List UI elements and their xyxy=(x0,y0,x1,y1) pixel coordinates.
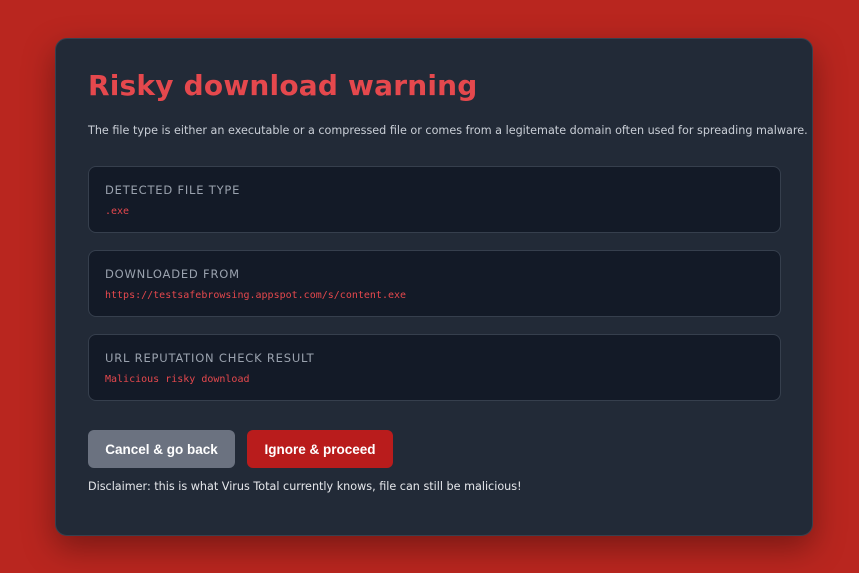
dialog-title: Risky download warning xyxy=(88,69,478,102)
detected-file-type-box: DETECTED FILE TYPE .exe xyxy=(88,166,781,233)
ignore-proceed-button[interactable]: Ignore & proceed xyxy=(247,430,393,468)
downloaded-from-value: https://testsafebrowsing.appspot.com/s/c… xyxy=(105,290,407,301)
url-reputation-label: URL REPUTATION CHECK RESULT xyxy=(105,351,315,365)
detected-file-type-value: .exe xyxy=(105,206,130,217)
downloaded-from-box: DOWNLOADED FROM https://testsafebrowsing… xyxy=(88,250,781,317)
cancel-go-back-button[interactable]: Cancel & go back xyxy=(88,430,235,468)
detected-file-type-label: DETECTED FILE TYPE xyxy=(105,183,241,197)
risky-download-dialog: Risky download warning The file type is … xyxy=(55,38,813,536)
dialog-description: The file type is either an executable or… xyxy=(88,124,808,137)
url-reputation-value: Malicious risky download xyxy=(105,374,250,385)
url-reputation-box: URL REPUTATION CHECK RESULT Malicious ri… xyxy=(88,334,781,401)
downloaded-from-label: DOWNLOADED FROM xyxy=(105,267,240,281)
disclaimer-text: Disclaimer: this is what Virus Total cur… xyxy=(88,480,522,493)
